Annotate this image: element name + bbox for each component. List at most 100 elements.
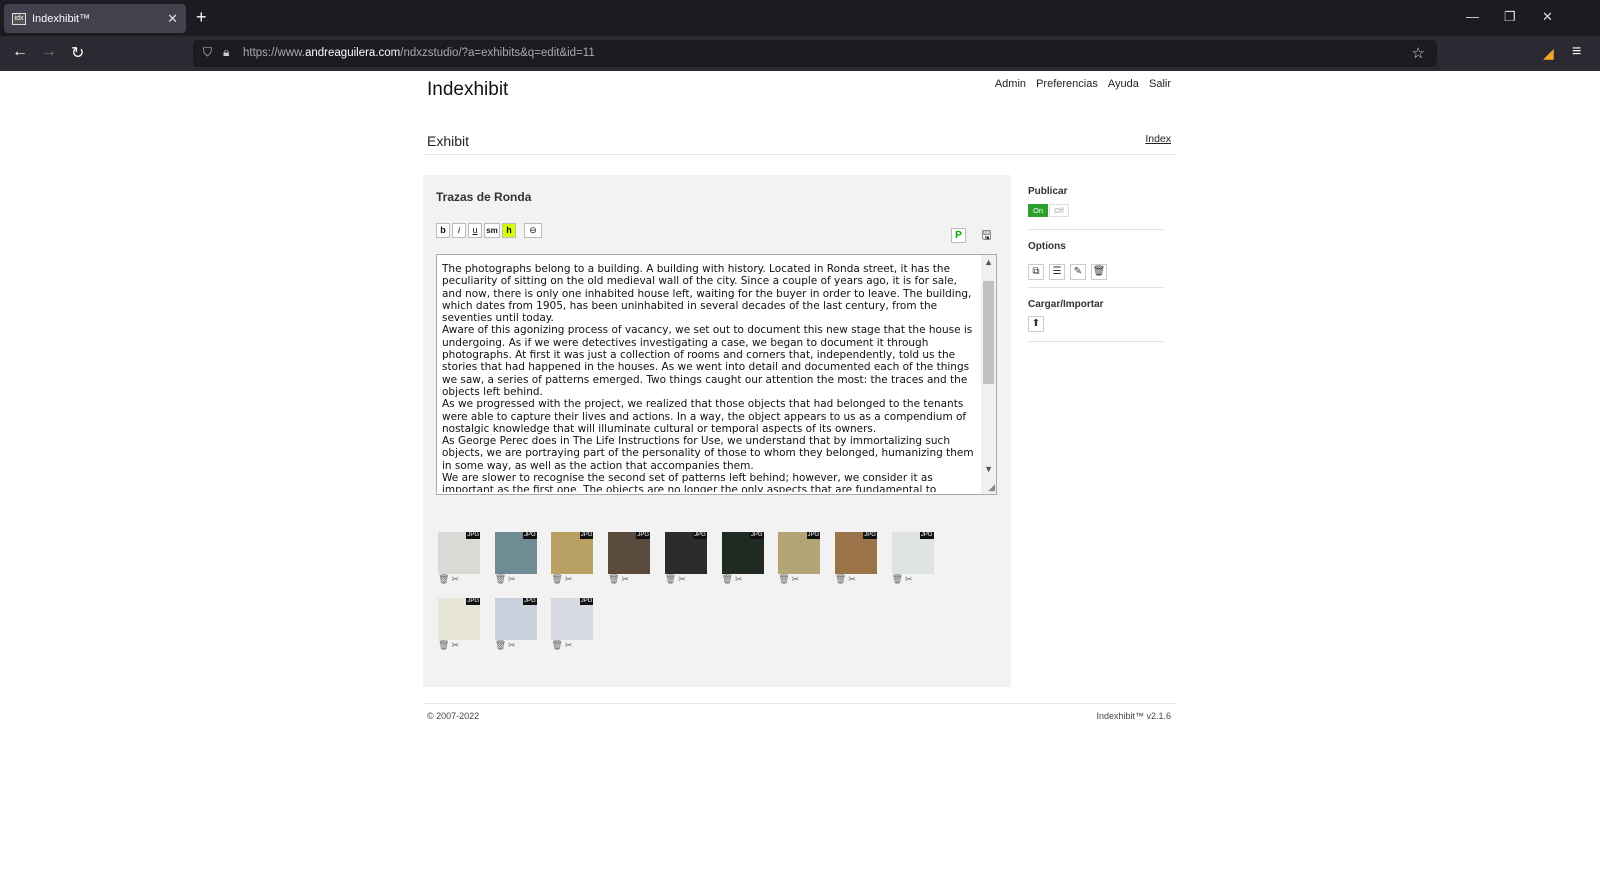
- scrollbar[interactable]: ▲ ▼: [981, 255, 996, 494]
- thumbnail-image[interactable]: JPG: [494, 532, 537, 574]
- thumbnail-image[interactable]: JPG: [891, 532, 934, 574]
- delete-image-icon[interactable]: 🗑︎: [608, 574, 621, 584]
- delete-image-icon[interactable]: 🗑︎: [722, 574, 735, 584]
- edit-image-icon[interactable]: ✂: [565, 574, 575, 584]
- delete-image-icon[interactable]: 🗑︎: [438, 574, 451, 584]
- body-textarea[interactable]: The photographs belong to a building. A …: [436, 254, 997, 495]
- scroll-up-icon[interactable]: ▲: [984, 257, 993, 267]
- delete-image-icon[interactable]: 🗑︎: [551, 574, 564, 584]
- new-tab-icon[interactable]: +: [196, 8, 207, 26]
- image-thumbnail[interactable]: JPG 🗑︎✂: [438, 532, 480, 588]
- edit-image-icon[interactable]: ✂: [451, 574, 461, 584]
- delete-image-icon[interactable]: 🗑︎: [495, 574, 508, 584]
- close-tab-icon[interactable]: ✕: [167, 11, 178, 27]
- image-thumbnail[interactable]: JPG 🗑︎✂: [494, 532, 537, 588]
- top-navigation: Admin Preferencias Ayuda Salir: [988, 78, 1171, 90]
- jpg-badge: JPG: [579, 532, 594, 539]
- forward-icon[interactable]: →: [41, 43, 57, 61]
- nav-preferencias[interactable]: Preferencias: [1036, 78, 1098, 90]
- upload-icon[interactable]: ⬆: [1028, 316, 1044, 332]
- scroll-down-icon[interactable]: ▼: [984, 464, 993, 474]
- delete-image-icon[interactable]: 🗑︎: [438, 640, 451, 650]
- thumbnail-image[interactable]: JPG: [494, 598, 537, 640]
- minimize-icon[interactable]: —: [1466, 9, 1479, 24]
- image-thumbnail[interactable]: JPG 🗑︎✂: [494, 598, 537, 654]
- highlight-button[interactable]: h: [502, 223, 516, 238]
- underline-button[interactable]: u: [468, 223, 482, 238]
- delete-image-icon[interactable]: 🗑︎: [551, 640, 564, 650]
- edit-image-icon[interactable]: ✂: [508, 574, 518, 584]
- thumbnail-image[interactable]: JPG: [551, 598, 594, 640]
- index-link[interactable]: Index: [1145, 133, 1171, 145]
- edit-image-icon[interactable]: ✂: [792, 574, 802, 584]
- image-thumbnail[interactable]: JPG 🗑︎✂: [778, 532, 821, 588]
- resize-grip-icon[interactable]: ◢: [988, 482, 995, 493]
- body-text[interactable]: The photographs belong to a building. A …: [442, 263, 974, 492]
- thumbnail-image[interactable]: JPG: [551, 532, 594, 574]
- image-thumbnail[interactable]: JPG 🗑︎✂: [664, 532, 707, 588]
- back-icon[interactable]: ←: [12, 43, 28, 61]
- browser-tab-bar: idx Indexhibit™ ✕ + — ❐ ✕: [0, 0, 1600, 36]
- jpg-badge: JPG: [523, 532, 537, 539]
- url-bar[interactable]: ⛉ 🔒︎ https://www.andreaguilera.com/ndxzs…: [193, 40, 1437, 67]
- url-text[interactable]: https://www.andreaguilera.com/ndxzstudio…: [243, 47, 595, 59]
- close-window-icon[interactable]: ✕: [1542, 9, 1553, 25]
- edit-image-icon[interactable]: ✂: [451, 640, 461, 650]
- publish-off-button[interactable]: Off: [1049, 204, 1069, 217]
- paragraph-button[interactable]: P: [951, 228, 966, 243]
- edit-image-icon[interactable]: ✂: [735, 574, 745, 584]
- delete-image-icon[interactable]: 🗑︎: [495, 640, 508, 650]
- thumbnail-image[interactable]: JPG: [721, 532, 764, 574]
- jpg-badge: JPG: [919, 532, 934, 539]
- copy-icon[interactable]: ⧉: [1028, 264, 1044, 280]
- list-icon[interactable]: ☰: [1049, 264, 1065, 280]
- thumbnail-image[interactable]: JPG: [664, 532, 707, 574]
- delete-image-icon[interactable]: 🗑︎: [665, 574, 678, 584]
- edit-image-icon[interactable]: ✂: [905, 574, 915, 584]
- small-button[interactable]: sm: [484, 223, 500, 238]
- edit-image-icon[interactable]: ✂: [508, 640, 518, 650]
- edit-icon[interactable]: ✎: [1070, 264, 1086, 280]
- image-thumbnail[interactable]: JPG 🗑︎✂: [608, 532, 651, 588]
- edit-image-icon[interactable]: ✂: [622, 574, 632, 584]
- bookmark-star-icon[interactable]: ☆: [1412, 44, 1425, 62]
- image-thumbnail[interactable]: JPG 🗑︎✂: [438, 598, 480, 654]
- trash-icon[interactable]: 🗑︎: [1091, 264, 1107, 280]
- thumbnail-image[interactable]: JPG: [608, 532, 651, 574]
- reload-icon[interactable]: ↻: [71, 43, 84, 63]
- edit-image-icon[interactable]: ✂: [848, 574, 858, 584]
- scroll-thumb[interactable]: [983, 281, 994, 384]
- delete-image-icon[interactable]: 🗑︎: [778, 574, 791, 584]
- delete-image-icon[interactable]: 🗑︎: [892, 574, 905, 584]
- bold-button[interactable]: b: [436, 223, 450, 238]
- nav-ayuda[interactable]: Ayuda: [1108, 78, 1139, 90]
- shield-icon[interactable]: ⛉: [203, 45, 212, 60]
- thumbnail-image[interactable]: JPG: [778, 532, 821, 574]
- version: Indexhibit™ v2.1.6: [1096, 711, 1171, 721]
- image-thumbnail[interactable]: JPG 🗑︎✂: [551, 598, 594, 654]
- exhibit-title[interactable]: Trazas de Ronda: [436, 190, 531, 204]
- italic-button[interactable]: i: [452, 223, 466, 238]
- publish-on-button[interactable]: On: [1028, 204, 1048, 217]
- extension-icon[interactable]: ◢: [1543, 45, 1554, 62]
- edit-image-icon[interactable]: ✂: [678, 574, 688, 584]
- browser-tab[interactable]: idx Indexhibit™ ✕: [4, 4, 186, 33]
- lock-icon[interactable]: 🔒︎: [223, 45, 229, 60]
- thumbnail-image[interactable]: JPG: [438, 532, 480, 574]
- thumbnail-image[interactable]: JPG: [834, 532, 877, 574]
- image-thumbnail[interactable]: JPG 🗑︎✂: [834, 532, 877, 588]
- edit-image-icon[interactable]: ✂: [565, 640, 575, 650]
- thumbnail-image[interactable]: JPG: [438, 598, 480, 640]
- link-icon[interactable]: ⊖: [524, 223, 542, 238]
- nav-admin[interactable]: Admin: [995, 78, 1026, 90]
- image-thumbnail[interactable]: JPG 🗑︎✂: [721, 532, 764, 588]
- site-favicon-icon: idx: [12, 12, 26, 25]
- image-thumbnail[interactable]: JPG 🗑︎✂: [551, 532, 594, 588]
- nav-salir[interactable]: Salir: [1149, 78, 1171, 90]
- upload-label: Cargar/Importar: [1028, 299, 1104, 310]
- restore-icon[interactable]: ❐: [1504, 9, 1516, 25]
- image-thumbnail[interactable]: JPG 🗑︎✂: [891, 532, 934, 588]
- save-icon[interactable]: 🖫︎: [979, 228, 994, 243]
- hamburger-menu-icon[interactable]: ≡: [1572, 43, 1581, 61]
- delete-image-icon[interactable]: 🗑︎: [835, 574, 848, 584]
